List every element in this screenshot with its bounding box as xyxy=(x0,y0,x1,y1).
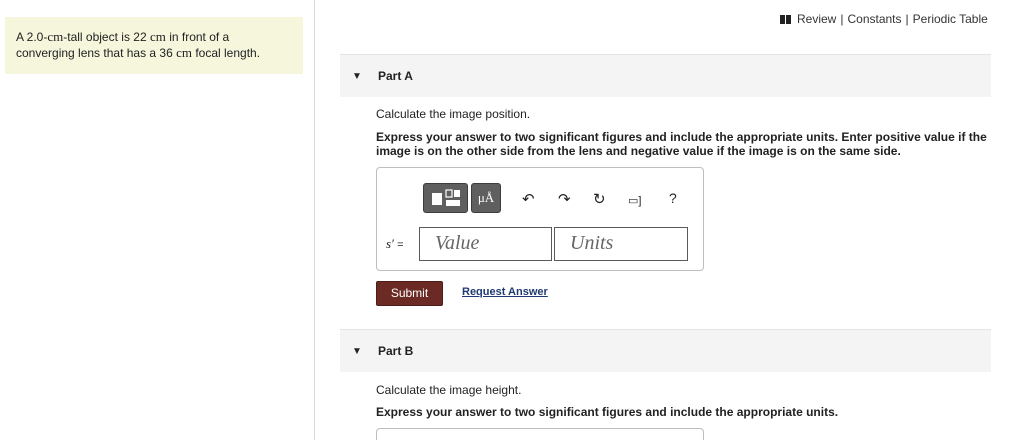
reset-icon[interactable]: ↻ xyxy=(593,190,606,208)
panel-divider xyxy=(314,0,315,440)
part-a-title: Part A xyxy=(378,69,413,83)
request-answer-link[interactable]: Request Answer xyxy=(462,286,548,298)
answer-panel-b xyxy=(376,428,704,440)
collapse-caret-icon[interactable]: ▼ xyxy=(352,346,362,357)
periodic-table-link[interactable]: Periodic Table xyxy=(913,12,988,26)
book-icon xyxy=(780,13,791,27)
units-input[interactable]: Units xyxy=(554,227,688,261)
link-separator: | xyxy=(905,12,909,26)
unit-cm: cm xyxy=(47,29,64,44)
submit-button[interactable]: Submit xyxy=(376,281,443,306)
part-a-question: Calculate the image position. xyxy=(376,107,531,121)
help-icon[interactable]: ? xyxy=(669,190,677,206)
problem-text: A 2.0- xyxy=(16,30,48,44)
problem-text: focal length. xyxy=(192,46,261,60)
templates-icon xyxy=(432,189,460,206)
constants-link[interactable]: Constants xyxy=(847,12,901,26)
redo-icon[interactable]: ↷ xyxy=(558,190,571,208)
link-separator: | xyxy=(840,12,844,26)
answer-panel: μÅ ↶ ↷ ↻ ▭] ? s′ = Value Units xyxy=(376,167,704,271)
resource-links: Review | Constants | Periodic Table xyxy=(780,12,988,27)
templates-button[interactable] xyxy=(423,183,468,213)
unit-cm: cm xyxy=(176,45,192,60)
problem-statement: A 2.0-cm-tall object is 22 cm in front o… xyxy=(5,17,303,74)
problem-text: -tall object is 22 xyxy=(63,30,150,44)
part-b-question: Calculate the image height. xyxy=(376,383,522,397)
keyboard-icon[interactable]: ▭] xyxy=(628,194,641,207)
review-link[interactable]: Review xyxy=(797,12,836,26)
undo-icon[interactable]: ↶ xyxy=(522,190,535,208)
part-b-header[interactable]: ▼ Part B xyxy=(340,330,991,372)
collapse-caret-icon[interactable]: ▼ xyxy=(352,71,362,82)
part-a-instructions: Express your answer to two significant f… xyxy=(376,130,987,158)
variable-symbol: s′ xyxy=(386,236,394,251)
value-input[interactable]: Value xyxy=(419,227,552,261)
units-button[interactable]: μÅ xyxy=(471,183,501,213)
unit-cm: cm xyxy=(149,29,166,44)
part-b-title: Part B xyxy=(378,344,414,358)
part-b-instructions: Express your answer to two significant f… xyxy=(376,405,839,419)
equals-sign: = xyxy=(397,239,404,251)
part-a-header[interactable]: ▼ Part A xyxy=(340,55,991,97)
variable-label: s′ = xyxy=(386,236,404,252)
